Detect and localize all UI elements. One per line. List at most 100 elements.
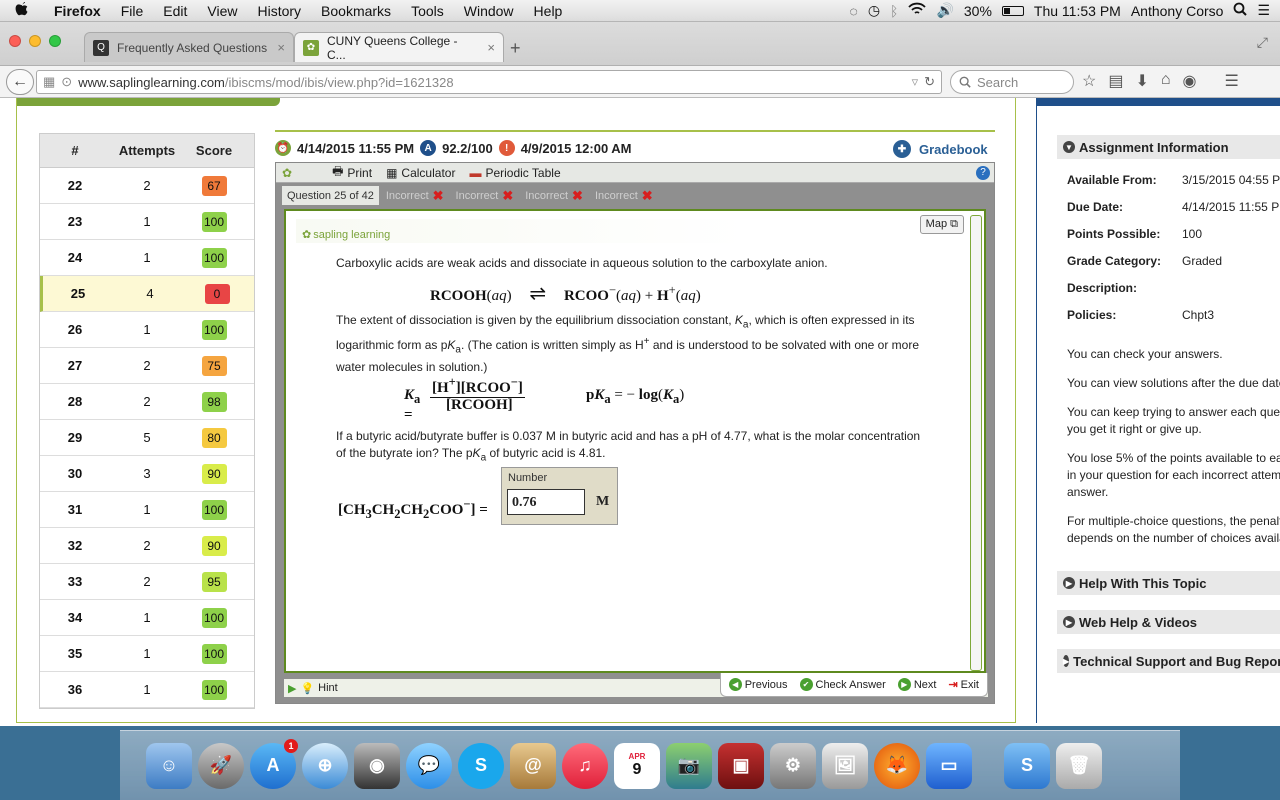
search-input[interactable]: Search — [950, 70, 1074, 94]
score-row[interactable]: 27 2 75 — [40, 348, 254, 384]
menu-help[interactable]: Help — [524, 3, 573, 19]
facetime-icon[interactable]: ◉ — [354, 742, 400, 789]
photo-booth-icon[interactable]: ▣ — [718, 742, 764, 789]
web-help-videos-link[interactable]: ▶ Web Help & Videos — [1057, 610, 1280, 634]
bluetooth-icon[interactable]: ᛒ — [890, 3, 898, 19]
score-row[interactable]: 26 1 100 — [40, 312, 254, 348]
tab-incorrect-4[interactable]: Incorrect ✖ — [590, 186, 658, 205]
reading-list-icon[interactable]: ▤ — [1108, 71, 1123, 91]
menu-window[interactable]: Window — [454, 3, 524, 19]
score-row[interactable]: 23 1 100 — [40, 204, 254, 240]
download-icon[interactable]: ⬇ — [1135, 71, 1148, 91]
skype-icon[interactable]: S — [458, 742, 504, 789]
score-row[interactable]: 29 5 80 — [40, 420, 254, 456]
finder-icon[interactable]: ☺ — [146, 742, 192, 789]
score-row[interactable]: 34 1 100 — [40, 600, 254, 636]
score-row[interactable]: 33 2 95 — [40, 564, 254, 600]
menu-view[interactable]: View — [197, 3, 247, 19]
system-preferences-icon[interactable]: ⚙ — [770, 742, 816, 789]
question-number: 25 — [70, 286, 86, 301]
tab-faq[interactable]: Q Frequently Asked Questions × — [84, 32, 294, 62]
itunes-icon[interactable]: ♫ — [562, 742, 608, 789]
home-icon[interactable]: ⌂ — [1161, 71, 1171, 91]
hamburger-menu-icon[interactable]: ☰ — [1225, 71, 1239, 91]
battery-percent[interactable]: 30% — [964, 3, 992, 19]
check-answer-button[interactable]: ✔ Check Answer — [799, 678, 886, 691]
app-store-icon[interactable]: A1 — [250, 738, 298, 789]
score-row[interactable]: 24 1 100 — [40, 240, 254, 276]
back-button[interactable]: ← — [6, 69, 34, 95]
apple-menu-icon[interactable] — [0, 1, 44, 21]
answer-box: Number 0.76 M — [501, 467, 618, 525]
clock[interactable]: Thu 11:53 PM — [1034, 3, 1121, 19]
fullscreen-icon[interactable]: ⤢ — [1257, 34, 1268, 51]
battery-icon[interactable] — [1001, 5, 1024, 16]
new-tab-button[interactable]: + — [510, 38, 521, 59]
reload-icon[interactable]: ↻ — [924, 74, 935, 90]
help-icon[interactable]: ? — [976, 165, 990, 180]
previous-button[interactable]: ◀ Previous — [728, 678, 788, 691]
menu-edit[interactable]: Edit — [153, 3, 197, 19]
menu-history[interactable]: History — [247, 3, 311, 19]
score-row[interactable]: 35 1 100 — [40, 636, 254, 672]
preview-icon[interactable]: 🖼 — [822, 742, 868, 789]
menu-bookmarks[interactable]: Bookmarks — [311, 3, 401, 19]
safari-icon[interactable]: ⊕ — [302, 742, 348, 789]
contacts-icon[interactable]: @ — [510, 742, 556, 789]
url-bar[interactable]: ▦ ⊙ www.saplinglearning.com/ibiscms/mod/… — [36, 70, 942, 94]
print-button[interactable]: 🖶 Print — [332, 162, 372, 183]
wifi-icon[interactable] — [908, 2, 927, 19]
tab-incorrect-3[interactable]: Incorrect ✖ — [520, 186, 588, 205]
time-machine-icon[interactable]: ◷ — [868, 2, 880, 19]
exit-button[interactable]: ⇥ Exit — [948, 678, 979, 692]
menu-tools[interactable]: Tools — [401, 3, 454, 19]
skype-folder-icon[interactable]: S — [1004, 742, 1050, 789]
minimize-window-button[interactable] — [29, 35, 41, 47]
tab-current-question[interactable]: Question 25 of 42 — [282, 186, 379, 205]
volume-icon[interactable]: 🔊 — [936, 2, 953, 19]
trash-icon[interactable]: 🗑 — [1056, 742, 1102, 789]
help-with-topic-link[interactable]: ▶ Help With This Topic — [1057, 571, 1280, 595]
next-button[interactable]: ▶ Next — [897, 678, 936, 691]
hint-label: Hint — [318, 682, 338, 694]
score-row[interactable]: 22 2 67 — [40, 168, 254, 204]
bookmark-star-icon[interactable]: ☆ — [1082, 71, 1096, 91]
dropdown-arrow-icon[interactable]: ▿ — [912, 74, 919, 90]
menu-app-firefox[interactable]: Firefox — [44, 3, 111, 19]
messages-icon[interactable]: 💬 — [406, 742, 452, 789]
score-row[interactable]: 31 1 100 — [40, 492, 254, 528]
score-row[interactable]: 28 2 98 — [40, 384, 254, 420]
close-tab-icon[interactable]: × — [277, 40, 285, 55]
iphoto-icon[interactable]: 📷 — [666, 742, 712, 789]
tab-incorrect-1[interactable]: Incorrect ✖ — [381, 186, 449, 205]
calculator-button[interactable]: ▦ Calculator — [386, 166, 455, 180]
tab-incorrect-2[interactable]: Incorrect ✖ — [451, 186, 519, 205]
score-row[interactable]: 25 4 0 — [40, 276, 254, 312]
tab-cuny[interactable]: ✿ CUNY Queens College - C... × — [294, 32, 504, 62]
score-row[interactable]: 32 2 90 — [40, 528, 254, 564]
score-badge: 100 — [201, 607, 227, 628]
technical-support-link[interactable]: ▶ Technical Support and Bug Reports — [1057, 649, 1280, 673]
keynote-icon[interactable]: ▭ — [926, 742, 972, 789]
user-name[interactable]: Anthony Corso — [1131, 3, 1224, 19]
menu-file[interactable]: File — [111, 3, 154, 19]
spotlight-icon[interactable] — [1233, 2, 1248, 19]
launchpad-icon[interactable]: 🚀 — [198, 742, 244, 789]
zoom-window-button[interactable] — [49, 35, 61, 47]
notification-center-icon[interactable]: ☰ — [1257, 2, 1270, 19]
periodic-table-button[interactable]: ▬ Periodic Table — [469, 166, 560, 180]
chat-icon[interactable]: ◉ — [1183, 71, 1197, 91]
gradebook-link[interactable]: ✚ Gradebook — [893, 140, 988, 158]
close-tab-icon[interactable]: × — [487, 40, 495, 55]
calendar-icon[interactable]: APR 9 — [614, 742, 660, 789]
answer-input[interactable]: 0.76 — [507, 489, 585, 515]
creative-cloud-icon[interactable]: ◌ — [850, 3, 858, 19]
score-row[interactable]: 30 3 90 — [40, 456, 254, 492]
firefox-icon[interactable]: 🦊 — [874, 742, 920, 789]
map-button[interactable]: Map ⧉ — [919, 215, 964, 234]
score-row[interactable]: 36 1 100 — [40, 672, 254, 708]
scrollbar[interactable] — [970, 215, 982, 671]
assignment-information-header[interactable]: ▼ Assignment Information — [1057, 135, 1280, 159]
close-window-button[interactable] — [9, 35, 21, 47]
grid-icon[interactable]: ▦ — [43, 74, 55, 90]
